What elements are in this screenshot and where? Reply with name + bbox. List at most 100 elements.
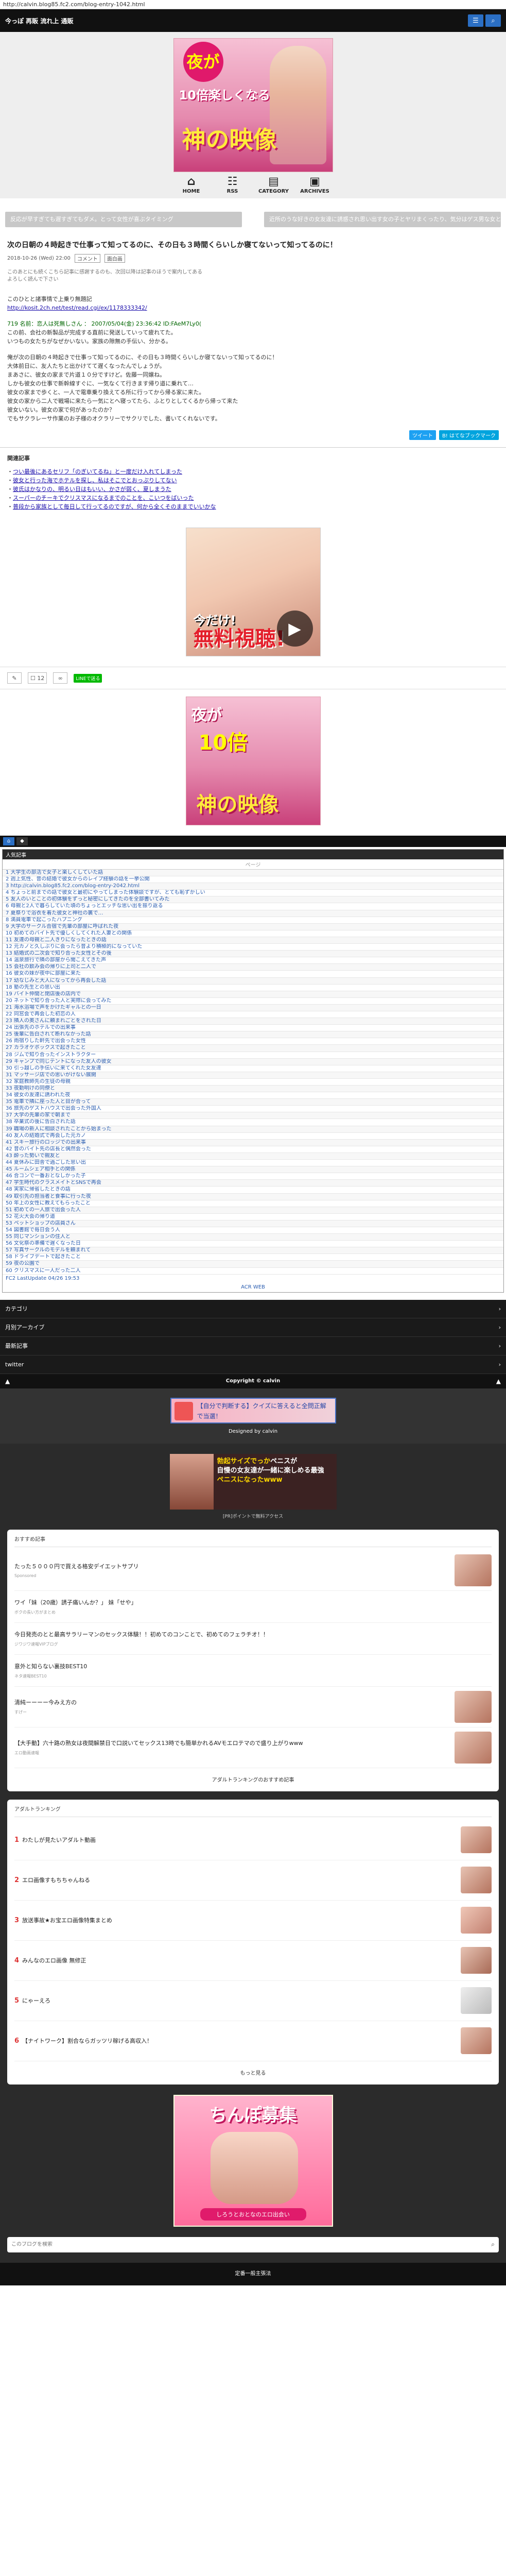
ranking-link[interactable]: 59 夜の公園で	[6, 1261, 40, 1266]
video-ad[interactable]: 今だけ! 無料視聴! ▶	[185, 528, 321, 656]
ranking-row[interactable]: 10 初めてのバイト先で優しくしてくれた人妻との関係	[3, 930, 503, 937]
category-tag[interactable]: 面白画	[104, 254, 125, 263]
hatena-button[interactable]: B! はてなブックマーク	[439, 430, 499, 440]
ranking-link[interactable]: 33 夜勤明けの同僚と	[6, 1086, 55, 1091]
ranking-row[interactable]: 59 夜の公園で	[3, 1261, 503, 1268]
ranking-row[interactable]: 35 電車で隣に座った人と目が合って	[3, 1099, 503, 1106]
ranking-row[interactable]: 24 出張先のホテルでの出来事	[3, 1025, 503, 1032]
ranking-row[interactable]: 33 夜勤明けの同僚と	[3, 1086, 503, 1093]
ranking-link[interactable]: 12 元カノと久しぶりに会ったら昔より積極的になっていた	[6, 944, 142, 950]
bottom-bar-text[interactable]: 定番一般主張法	[235, 2271, 271, 2277]
ranking-link[interactable]: 55 同じマンションの住人と	[6, 1234, 71, 1240]
ranking-row[interactable]: 38 卒業式の後に告白された話	[3, 1119, 503, 1126]
ranking-link[interactable]: 30 引っ越しの手伝いに来てくれた女友達	[6, 1065, 101, 1071]
recommend-item[interactable]: ワイ「妹（20歳）誘子痛いんか？」 妹「せや」 ボクの長い方がまとめ	[14, 1591, 492, 1623]
wide-ad[interactable]: 勃起サイズでっかペニスが 自慢の女友達が一緒に楽しめる最強 ペニスになったwww	[169, 1453, 337, 1510]
ranking-link[interactable]: 25 後輩に告白されて断れなかった話	[6, 1031, 91, 1037]
comment-button[interactable]: ✎	[7, 672, 22, 684]
search-input[interactable]	[11, 2242, 454, 2248]
ranking-row[interactable]: 52 花火大会の帰り道	[3, 1214, 503, 1221]
ranking-link[interactable]: 53 ペットショップの店員さん	[6, 1221, 76, 1226]
ranking-row[interactable]: 45 ルームシェア相手との関係	[3, 1166, 503, 1174]
ranking-link[interactable]: 11 友達の母親と二人きりになったときの話	[6, 937, 107, 943]
ranking-row[interactable]: 4 ちょっと前までの話で彼女と最初にやってしまった体験談ですが、とても恥ずかしい	[3, 890, 503, 897]
search-icon[interactable]: ⌕	[491, 2241, 495, 2248]
related-item[interactable]: つい最後にあるセリフ「のぎいてるね」と一度だけ入れてしまった	[7, 467, 499, 476]
related-link[interactable]: つい最後にあるセリフ「のぎいてるね」と一度だけ入れてしまった	[13, 468, 182, 475]
header-banner[interactable]: 夜が 10倍楽しくなる 神の映像	[173, 38, 333, 172]
related-link[interactable]: 彼氏はかなりの、明るい日はもいい、かさが弱く、夏しまうた	[13, 486, 171, 493]
ranking-row[interactable]: 53 ペットショップの店員さん	[3, 1220, 503, 1227]
ranking-link[interactable]: 6 母親と2人で暮らしていた頃のちょっとエッチな思い出を振り返る	[6, 903, 163, 909]
ranking-link[interactable]: 60 クリスマスに一人だった二人	[6, 1268, 81, 1274]
ranking-row[interactable]: 54 図書館で毎日会う人	[3, 1227, 503, 1234]
ranking-row[interactable]: 60 クリスマスに一人だった二人	[3, 1268, 503, 1275]
ranking-row[interactable]: 39 職場の新人に相談されたことから始まった	[3, 1126, 503, 1133]
page-top-icon[interactable]: ▲	[496, 1378, 501, 1385]
ranking-row[interactable]: 57 写真サークルのモデルを頼まれて	[3, 1247, 503, 1255]
related-item[interactable]: 彼氏はかなりの、明るい日はもいい、かさが弱く、夏しまうた	[7, 485, 499, 494]
ranking-link[interactable]: 5 友人のいとことの初体験をずっと秘密にしてきたのを全部書いてみた	[6, 896, 170, 902]
ranking-row[interactable]: 20 ネットで知り合った人と実際に会ってみた	[3, 998, 503, 1005]
ranking-row[interactable]: 30 引っ越しの手伝いに来てくれた女友達	[3, 1065, 503, 1072]
ranking-link[interactable]: 8 満員電車で起こったハプニング	[6, 917, 82, 923]
ranking-link[interactable]: 34 彼女の友達に誘われた夜	[6, 1092, 70, 1098]
ranking-link[interactable]: 10 初めてのバイト先で優しくしてくれた人妻との関係	[6, 930, 132, 936]
ranking-row[interactable]: 1 大学生の部活で女子と楽しくしていた話	[3, 870, 503, 877]
ranking-link[interactable]: 40 友人の結婚式で再会した元カノ	[6, 1133, 86, 1139]
nav-category[interactable]: カテゴリ ›	[0, 1299, 506, 1318]
ranking-link[interactable]: 46 合コンで一番おとなしかった子	[6, 1173, 86, 1179]
ranking-row[interactable]: 26 雨宿りした軒先で出会った女性	[3, 1038, 503, 1045]
ranking-row[interactable]: 25 後輩に告白されて断れなかった話	[3, 1031, 503, 1039]
ranking-row[interactable]: 17 幼なじみと大人になってから再会した話	[3, 977, 503, 985]
ranking-row[interactable]: 27 カラオケボックスで起きたこと	[3, 1045, 503, 1052]
ranking-link[interactable]: 20 ネットで知り合った人と実際に会ってみた	[6, 998, 111, 1004]
ranking-link[interactable]: 51 初めての一人旅で出会った人	[6, 1207, 81, 1213]
site-title[interactable]: 今っぽ 再販 流れ上 通販	[5, 16, 74, 25]
related-item[interactable]: 彼女と行った海でホテルを探し、私はそこでとおっぷりしてない	[7, 476, 499, 485]
ranking-row[interactable]: 15 会社の飲み会の帰りに上司と二人で	[3, 964, 503, 971]
ranking-row[interactable]: 34 彼女の友達に誘われた夜	[3, 1092, 503, 1099]
ranking-link[interactable]: 39 職場の新人に相談されたことから始まった	[6, 1126, 112, 1132]
source-link[interactable]: http://kosit.2ch.net/test/read.cgi/ex/11…	[7, 304, 147, 311]
ranking-link[interactable]: 41 スキー旅行のロッジでの出来事	[6, 1140, 86, 1145]
search-button[interactable]: ⌕	[485, 14, 501, 27]
recommend-item[interactable]: 意外と知らない裏技BEST10 ネタ速報BEST10	[14, 1655, 492, 1687]
ranking-row[interactable]: 23 隣人の奥さんに頼まれごとをされた日	[3, 1018, 503, 1025]
ranking-link[interactable]: 35 電車で隣に座った人と目が合って	[6, 1099, 91, 1105]
ranking-row[interactable]: 18 塾の先生との思い出	[3, 985, 503, 991]
ranking-row[interactable]: 41 スキー旅行のロッジでの出来事	[3, 1139, 503, 1146]
ranking-row[interactable]: 36 旅先のゲストハウスで出会った外国人	[3, 1106, 503, 1113]
related-link[interactable]: 彼女と行った海でホテルを探し、私はそこでとおっぷりしてない	[13, 477, 177, 484]
home-button[interactable]: ⌂	[3, 837, 14, 845]
ranking-row[interactable]: 40 友人の結婚式で再会した元カノ	[3, 1133, 503, 1140]
ranking-link[interactable]: 56 文化祭の準備で遅くなった日	[6, 1241, 81, 1246]
ranking-link[interactable]: 19 バイト仲間と閉店後の店内で	[6, 991, 81, 997]
ranking-row[interactable]: 58 ドライブデートで起きたこと	[3, 1254, 503, 1261]
ranking-link[interactable]: 22 同窓会で再会した初恋の人	[6, 1011, 76, 1017]
ranking-link[interactable]: 57 写真サークルのモデルを頼まれて	[6, 1247, 91, 1253]
ranking-row[interactable]: 37 大学の先輩の家で朝まで	[3, 1112, 503, 1120]
ranking-row[interactable]: 55 同じマンションの住人と	[3, 1234, 503, 1241]
ranking-row[interactable]: 43 酔った勢いで親友と	[3, 1153, 503, 1160]
prev-entry-button[interactable]: 反応が早すぎても遅すぎてもダメ。とって女性が喜ぶタイミング	[5, 212, 242, 227]
ranking-link[interactable]: 45 ルームシェア相手との関係	[6, 1166, 76, 1172]
ranking-row[interactable]: 32 家庭教師先の生徒の母親	[3, 1079, 503, 1086]
recommend-item[interactable]: 【大手動】六十路の熟女は夜間解禁日で口説いてセックス13時でも簡単かれるAVモエ…	[14, 1727, 492, 1768]
archives-link[interactable]: ▣ ARCHIVES	[297, 175, 333, 194]
ranking-link[interactable]: 17 幼なじみと大人になってから再会した話	[6, 978, 106, 984]
bottom-ad[interactable]: ちんぽ募集 しろうとおとなのエロ出会い	[173, 2094, 333, 2227]
recommend-item[interactable]: たった５０００円で買える格安デイエットサプリ Sponsored	[14, 1550, 492, 1591]
ranking-row[interactable]: 31 マッサージ店での思いがけない展開	[3, 1072, 503, 1079]
ranking-row[interactable]: 22 同窓会で再会した初恋の人	[3, 1011, 503, 1019]
related-link[interactable]: 普段から家族として毎日して行ってるのですが、何から全くそのままでいいかな	[13, 503, 216, 510]
ranking-row[interactable]: 50 年上の女性に教えてもらったこと	[3, 1200, 503, 1207]
rss-link[interactable]: ☷ RSS	[215, 175, 251, 194]
related-item[interactable]: 普段から家族として毎日して行ってるのですが、何から全くそのままでいいかな	[7, 502, 499, 511]
nav-twitter[interactable]: twitter ›	[0, 1355, 506, 1374]
ranking-link[interactable]: 18 塾の先生との思い出	[6, 985, 60, 990]
ranking-link[interactable]: 14 温泉旅行で隣の部屋から聞こえてきた声	[6, 957, 106, 963]
ranking-link[interactable]: 54 図書館で毎日会う人	[6, 1227, 60, 1233]
ranking-row[interactable]: 7 夏祭りで浴衣を着た彼女と神社の裏で…	[3, 910, 503, 917]
ranking-link[interactable]: 52 花火大会の帰り道	[6, 1214, 55, 1219]
